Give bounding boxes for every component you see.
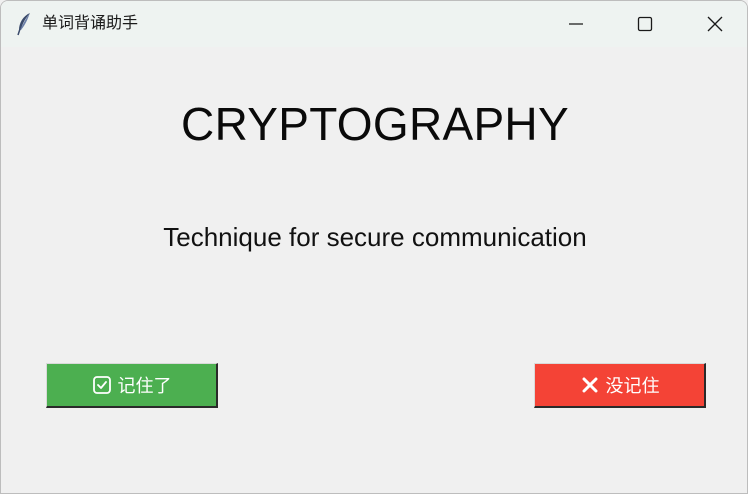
remembered-button[interactable]: 记住了 [46, 363, 218, 408]
app-window: 单词背诵助手 CRYPTOGRAPHY Technique for secure… [0, 0, 748, 494]
checkbox-checked-icon [92, 375, 112, 395]
word-text: CRYPTOGRAPHY [181, 98, 569, 150]
feather-icon [15, 12, 35, 36]
close-icon [707, 16, 723, 32]
minimize-button[interactable] [541, 1, 611, 47]
definition-text: Technique for secure communication [163, 222, 587, 252]
window-title: 单词背诵助手 [42, 13, 139, 32]
forgot-label: 没记住 [605, 376, 660, 397]
close-button[interactable] [680, 1, 747, 47]
x-mark-icon [580, 375, 600, 395]
forgot-button[interactable]: 没记住 [534, 363, 706, 408]
remembered-label: 记住了 [117, 376, 172, 397]
minimize-icon [568, 16, 584, 32]
title-bar[interactable]: 单词背诵助手 [1, 1, 747, 47]
maximize-icon [637, 16, 653, 32]
maximize-button[interactable] [610, 1, 680, 47]
